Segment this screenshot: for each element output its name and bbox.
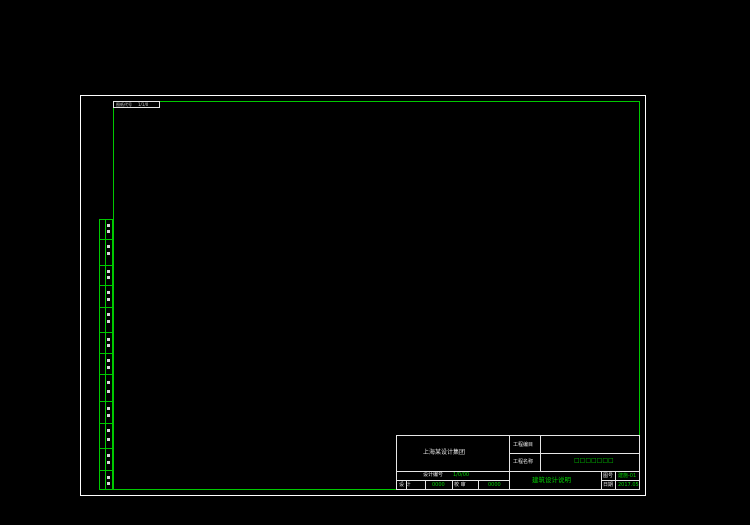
- date-label: 日期: [603, 482, 614, 488]
- tb-divider: [509, 453, 639, 454]
- signature-strip-text: [107, 461, 110, 464]
- drawing-no-label: 图号: [603, 473, 614, 479]
- signature-strip-text: [107, 359, 110, 362]
- signature-strip-text: [107, 390, 110, 393]
- drawing-code-label: 图纸代号: [116, 102, 132, 107]
- signature-strip-text: [107, 429, 110, 432]
- signature-strip-row-line: [100, 353, 112, 354]
- signature-strip-text: [107, 338, 110, 341]
- reviewer-value: 0000: [488, 482, 501, 488]
- signature-strip-text: [107, 407, 110, 410]
- drawing-frame: [113, 101, 640, 490]
- signature-strip-text: [107, 252, 110, 255]
- drawing-title: 建筑设计说明: [532, 476, 571, 484]
- signature-strip: [99, 219, 113, 490]
- signature-strip-row-line: [100, 285, 112, 286]
- company-name: 上海某设计集团: [423, 449, 466, 456]
- signature-strip-text: [107, 230, 110, 233]
- signature-strip-text: [107, 270, 110, 273]
- project-name-label: 工程名称: [513, 459, 534, 465]
- signature-strip-row-line: [100, 401, 112, 402]
- drawing-code-value: 1/1/0: [138, 102, 149, 107]
- reviewer-label: 校 审: [454, 482, 466, 488]
- signature-strip-text: [107, 245, 110, 248]
- tb-divider: [425, 480, 426, 489]
- drawing-code-box: 图纸代号 1/1/0: [113, 101, 160, 108]
- tb-divider: [397, 480, 509, 481]
- signature-strip-text: [107, 276, 110, 279]
- date-value: 2017.05: [618, 482, 639, 488]
- project-subitem-label: 工程编目: [513, 442, 534, 448]
- signature-strip-text: [107, 381, 110, 384]
- drawing-no-value: 建施-01: [618, 473, 637, 479]
- signature-strip-row-line: [100, 470, 112, 471]
- signature-strip-row-line: [100, 332, 112, 333]
- signature-strip-text: [107, 414, 110, 417]
- signature-strip-text: [107, 298, 110, 301]
- tb-divider: [601, 480, 639, 481]
- signature-strip-text: [107, 438, 110, 441]
- tb-divider: [452, 480, 453, 489]
- signature-strip-row-line: [100, 265, 112, 266]
- signature-strip-text: [107, 476, 110, 479]
- signature-strip-row-line: [100, 423, 112, 424]
- signature-strip-text: [107, 454, 110, 457]
- design-number-label: 设计编号: [423, 472, 444, 478]
- signature-strip-text: [107, 313, 110, 316]
- title-block: 上海某设计集团 工程编目 工程名称 □□□□□□□ 设计编号 1/0/00 设 …: [396, 435, 640, 490]
- signature-strip-text: [107, 291, 110, 294]
- signature-strip-row-line: [100, 239, 112, 240]
- signature-strip-row-line: [100, 307, 112, 308]
- designer-label: 设 计: [399, 482, 411, 488]
- signature-strip-text: [107, 224, 110, 227]
- signature-strip-text: [107, 320, 110, 323]
- signature-strip-row-line: [100, 448, 112, 449]
- designer-value: 0000: [432, 482, 445, 488]
- signature-strip-text: [107, 344, 110, 347]
- project-name-value: □□□□□□□: [574, 457, 614, 464]
- tb-divider: [478, 480, 479, 489]
- signature-strip-text: [107, 366, 110, 369]
- signature-strip-text: [107, 482, 110, 485]
- signature-strip-row-line: [100, 374, 112, 375]
- tb-divider: [509, 436, 510, 489]
- design-number-value: 1/0/00: [453, 472, 470, 478]
